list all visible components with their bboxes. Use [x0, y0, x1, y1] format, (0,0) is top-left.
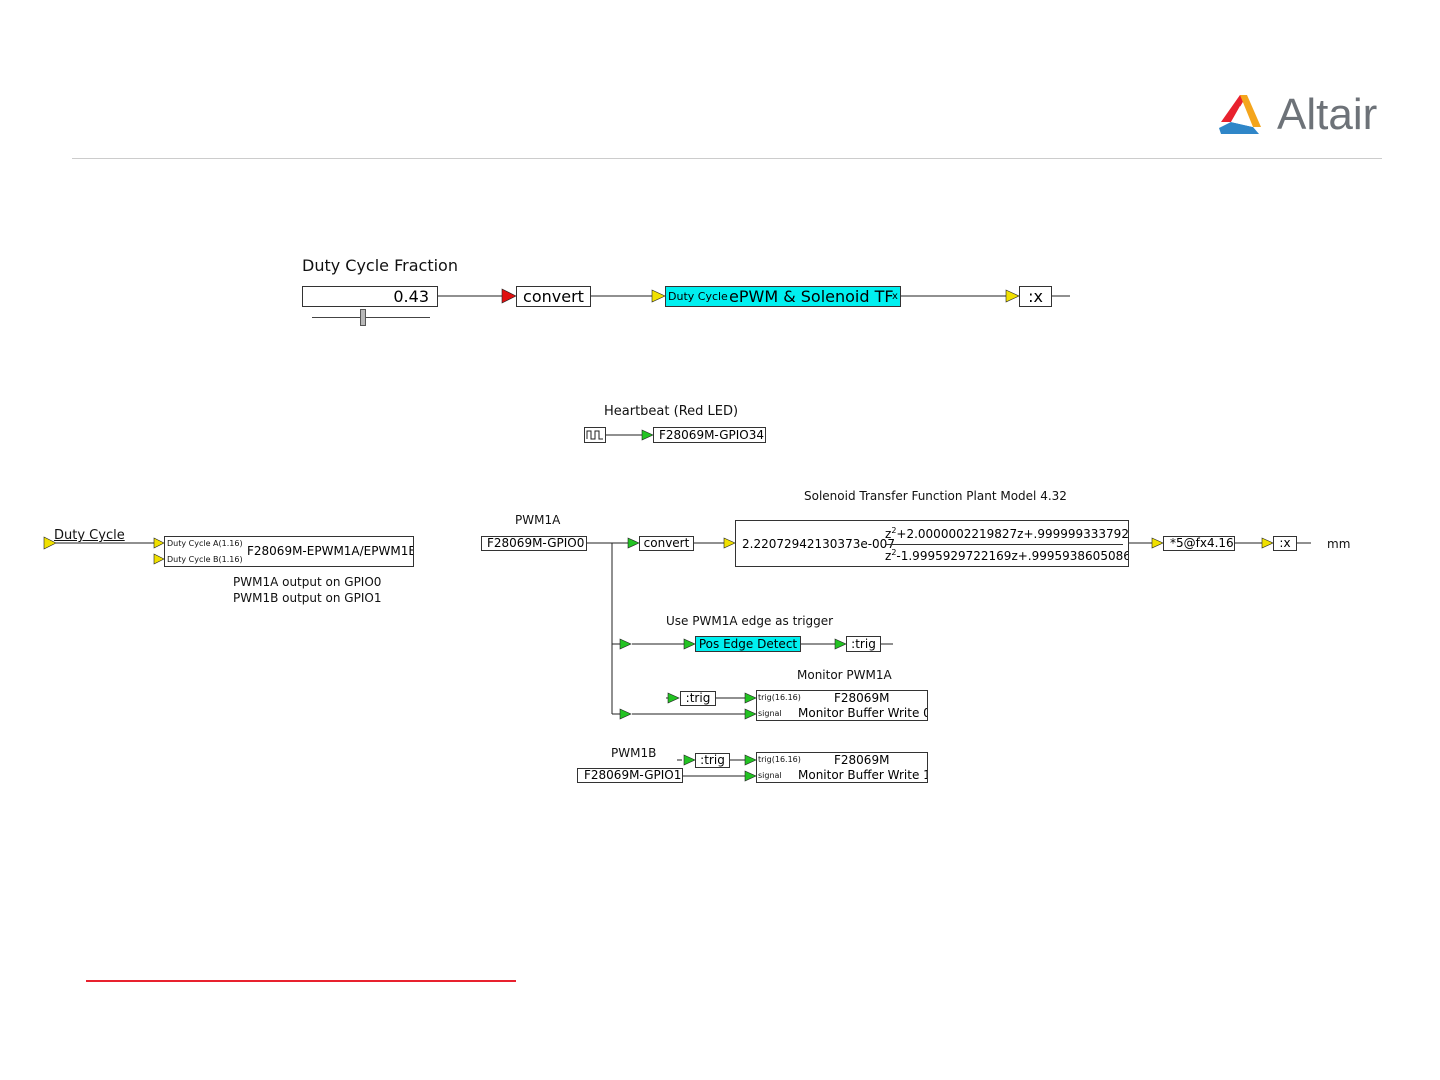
- trig-output-block[interactable]: :trig: [846, 636, 881, 652]
- pulse-wave-icon: [586, 430, 603, 440]
- monitor-pwm1a-caption: Monitor PWM1A: [797, 668, 892, 682]
- convert-block-top[interactable]: convert: [516, 286, 591, 307]
- pos-edge-detect-block[interactable]: Pos Edge Detect: [695, 636, 801, 652]
- arrow-red: [501, 288, 517, 304]
- gpio0-block[interactable]: F28069M-GPIO0: [481, 536, 587, 551]
- port-signal-0: signal: [758, 709, 782, 718]
- convert-block-plant[interactable]: convert: [639, 536, 694, 551]
- solenoid-tf-block[interactable]: 2.22072942130373e-007 z2+2.0000002219827…: [735, 520, 1129, 567]
- arrow-green: [744, 708, 757, 720]
- arrow-yellow: [1005, 289, 1020, 303]
- tf-block-title: ePWM & Solenoid TF: [729, 287, 894, 306]
- unit-label-mm: mm: [1327, 537, 1351, 551]
- monitor0-title2: Monitor Buffer Write 0: [798, 706, 928, 720]
- arrow-green: [744, 692, 757, 704]
- pwm1a-note: PWM1A output on GPIO0: [233, 575, 382, 589]
- epwm-block-title: F28069M-EPWM1A/EPWM1B: [247, 544, 414, 558]
- gpio1-block[interactable]: F28069M-GPIO1: [577, 768, 683, 783]
- trig-input-block-1[interactable]: :trig: [695, 753, 730, 768]
- scale-block[interactable]: *5@fx4.16: [1163, 536, 1235, 551]
- gpio34-block[interactable]: F28069M-GPIO34: [653, 427, 766, 443]
- port-trig-0: trig(16.16): [758, 693, 801, 702]
- port-trig-1: trig(16.16): [758, 755, 801, 764]
- port-signal-1: signal: [758, 771, 782, 780]
- trig-input-block-0[interactable]: :trig: [680, 691, 716, 706]
- arrow-yellow: [651, 289, 666, 303]
- tf-port-duty-cycle: Duty Cycle: [668, 290, 728, 303]
- port-duty-cycle-b: Duty Cycle B(1.16): [167, 555, 243, 564]
- slider-value-field[interactable]: 0.43: [302, 286, 438, 307]
- output-x-plant[interactable]: :x: [1273, 536, 1297, 551]
- arrow-green: [619, 708, 632, 720]
- monitor-buffer-write-0[interactable]: trig(16.16) signal F28069M Monitor Buffe…: [756, 690, 928, 721]
- tf-fraction-bar: [885, 544, 1123, 545]
- arrow-yellow: [153, 537, 165, 549]
- epwm1a-epwm1b-block[interactable]: Duty Cycle A(1.16) Duty Cycle B(1.16) F2…: [164, 536, 414, 567]
- tf-denominator: z2-1.9995929722169z+.99959386050862: [885, 548, 1129, 563]
- pulse-source-block[interactable]: [584, 427, 606, 443]
- slider-thumb[interactable]: [359, 309, 366, 326]
- arrow-green: [683, 638, 696, 650]
- tf-numerator: z2+2.0000002219827z+.99999933379267: [885, 526, 1129, 541]
- port-duty-cycle-a: Duty Cycle A(1.16): [167, 539, 243, 548]
- pwm1a-label: PWM1A: [515, 513, 561, 527]
- monitor0-title1: F28069M: [834, 691, 890, 705]
- arrow-green: [683, 754, 696, 766]
- duty-cycle-input-label: Duty Cycle: [54, 528, 125, 543]
- arrow-yellow: [1151, 537, 1164, 549]
- heartbeat-label: Heartbeat (Red LED): [604, 404, 739, 419]
- arrow-green: [627, 537, 640, 549]
- tf-gain: 2.22072942130373e-007: [742, 537, 895, 551]
- tf-port-x: x: [892, 291, 898, 302]
- plant-tf-title: Solenoid Transfer Function Plant Model 4…: [804, 489, 1067, 503]
- arrow-green: [834, 638, 847, 650]
- arrow-green: [619, 638, 632, 650]
- epwm-solenoid-tf-block[interactable]: Duty Cycle ePWM & Solenoid TF x: [665, 286, 901, 307]
- arrow-green: [744, 770, 757, 782]
- arrow-yellow: [723, 537, 736, 549]
- arrow-yellow: [1261, 537, 1274, 549]
- slider-label: Duty Cycle Fraction: [302, 256, 458, 275]
- monitor-buffer-write-1[interactable]: trig(16.16) signal F28069M Monitor Buffe…: [756, 752, 928, 783]
- pwm1b-note: PWM1B output on GPIO1: [233, 591, 382, 605]
- arrow-green: [744, 754, 757, 766]
- output-x-top[interactable]: :x: [1019, 286, 1052, 307]
- arrow-yellow: [153, 553, 165, 565]
- monitor1-title1: F28069M: [834, 753, 890, 767]
- trigger-caption: Use PWM1A edge as trigger: [666, 614, 834, 628]
- arrow-green: [667, 692, 680, 704]
- slider-track[interactable]: [312, 317, 430, 318]
- pwm1b-label: PWM1B: [611, 746, 657, 760]
- arrow-green: [641, 429, 654, 441]
- monitor1-title2: Monitor Buffer Write 1: [798, 768, 928, 782]
